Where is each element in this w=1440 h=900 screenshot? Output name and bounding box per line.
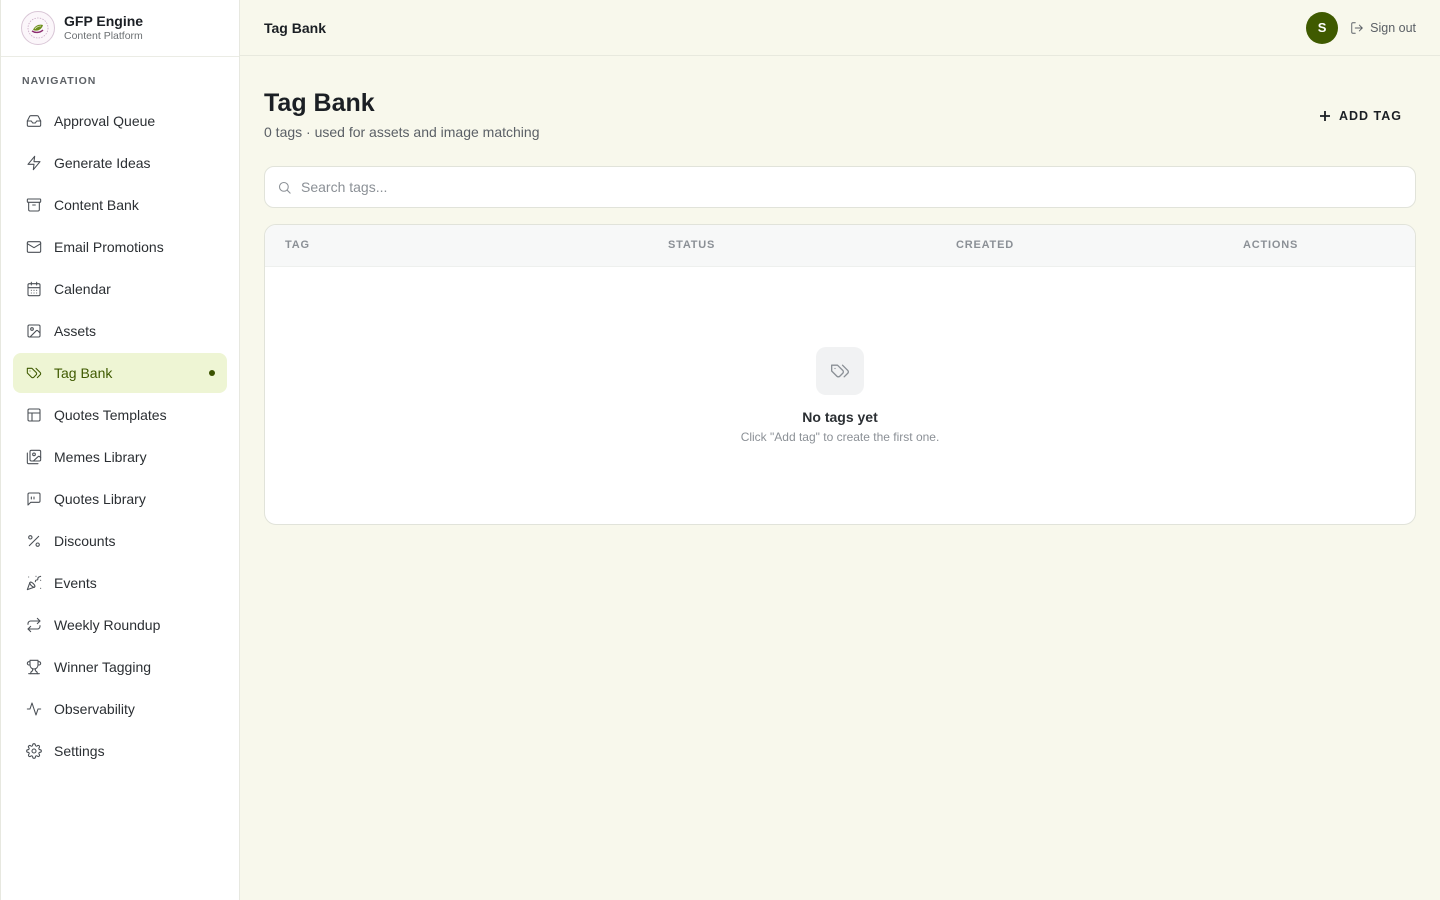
sidebar-item-settings[interactable]: Settings <box>13 731 227 771</box>
sidebar-item-label: Calendar <box>54 281 111 297</box>
column-header-created[interactable]: CREATED <box>956 239 1014 251</box>
sidebar-item-label: Memes Library <box>54 449 147 465</box>
sidebar-item-label: Events <box>54 575 97 591</box>
sidebar-item-label: Settings <box>54 743 105 759</box>
sidebar-item-approval-queue[interactable]: Approval Queue <box>13 101 227 141</box>
sidebar-nav: Approval Queue Generate Ideas Content Ba… <box>1 101 239 771</box>
tags-icon <box>816 347 864 395</box>
sign-out-button[interactable]: Sign out <box>1350 21 1416 35</box>
search-icon <box>278 181 291 194</box>
sidebar-item-label: Approval Queue <box>54 113 156 129</box>
calendar-icon <box>26 281 42 297</box>
nav-heading: NAVIGATION <box>22 75 97 87</box>
sidebar-item-label: Generate Ideas <box>54 155 151 171</box>
sidebar-item-label: Email Promotions <box>54 239 164 255</box>
sidebar-item-generate-ideas[interactable]: Generate Ideas <box>13 143 227 183</box>
message-quote-icon <box>26 491 42 507</box>
sidebar-item-calendar[interactable]: Calendar <box>13 269 227 309</box>
log-out-icon <box>1351 21 1363 34</box>
mail-icon <box>26 239 42 255</box>
sign-out-label: Sign out <box>1370 20 1416 35</box>
repeat-icon <box>26 617 42 633</box>
empty-state: No tags yet Click "Add tag" to create th… <box>265 267 1415 524</box>
column-header-status[interactable]: STATUS <box>668 239 715 251</box>
brand-title: GFP Engine <box>64 12 144 29</box>
add-tag-button[interactable]: ADD TAG <box>1319 104 1402 128</box>
image-icon <box>26 323 42 339</box>
inbox-icon <box>26 113 42 129</box>
sidebar-item-label: Discounts <box>54 533 116 549</box>
topbar: Tag Bank S Sign out <box>240 0 1440 56</box>
sidebar-item-label: Observability <box>54 701 135 717</box>
brand-subtitle: Content Platform <box>64 29 143 42</box>
page-subtitle: 0 tags · used for assets and image match… <box>264 124 540 140</box>
empty-state-message: Click "Add tag" to create the first one. <box>740 430 940 444</box>
sidebar-item-events[interactable]: Events <box>13 563 227 603</box>
sidebar-item-discounts[interactable]: Discounts <box>13 521 227 561</box>
sidebar-item-weekly-roundup[interactable]: Weekly Roundup <box>13 605 227 645</box>
page-header: Tag Bank 0 tags · used for assets and im… <box>264 56 1416 166</box>
trophy-icon <box>26 659 42 675</box>
page-title: Tag Bank <box>264 89 375 117</box>
table-header: TAG STATUS CREATED ACTIONS <box>265 225 1415 267</box>
sidebar-item-quotes-library[interactable]: Quotes Library <box>13 479 227 519</box>
archive-icon <box>26 197 42 213</box>
sidebar-item-label: Quotes Templates <box>54 407 167 423</box>
sidebar-item-memes-library[interactable]: Memes Library <box>13 437 227 477</box>
active-indicator-dot <box>209 370 215 376</box>
empty-state-title: No tags yet <box>802 409 878 425</box>
lightning-icon <box>26 155 42 171</box>
gear-icon <box>26 743 42 759</box>
party-popper-icon <box>26 575 42 591</box>
sidebar-item-label: Content Bank <box>54 197 139 213</box>
brand[interactable]: GFP Engine Content Platform <box>1 0 239 57</box>
column-header-actions: ACTIONS <box>1243 239 1299 251</box>
images-icon <box>26 449 42 465</box>
activity-icon <box>26 701 42 717</box>
sidebar-item-tag-bank[interactable]: Tag Bank <box>13 353 227 393</box>
avatar[interactable]: S <box>1306 11 1339 44</box>
search-bar <box>264 166 1416 208</box>
percent-icon <box>26 533 42 549</box>
sidebar-item-quotes-templates[interactable]: Quotes Templates <box>13 395 227 435</box>
sidebar-item-content-bank[interactable]: Content Bank <box>13 185 227 225</box>
plus-icon <box>1319 111 1330 121</box>
sidebar-item-winner-tagging[interactable]: Winner Tagging <box>13 647 227 687</box>
sidebar-item-email-promotions[interactable]: Email Promotions <box>13 227 227 267</box>
sidebar-item-label: Weekly Roundup <box>54 617 161 633</box>
sidebar-item-label: Quotes Library <box>54 491 146 507</box>
tags-icon <box>26 365 42 381</box>
sidebar-item-label: Tag Bank <box>54 365 113 381</box>
search-input[interactable] <box>301 179 1415 195</box>
sidebar-item-assets[interactable]: Assets <box>13 311 227 351</box>
topbar-title: Tag Bank <box>264 19 326 36</box>
tags-table: TAG STATUS CREATED ACTIONS No tags yet C… <box>264 224 1416 525</box>
main-content: Tag Bank 0 tags · used for assets and im… <box>264 56 1416 525</box>
layout-icon <box>26 407 42 423</box>
leaf-logo-icon <box>21 11 55 45</box>
sidebar-item-observability[interactable]: Observability <box>13 689 227 729</box>
sidebar-item-label: Assets <box>54 323 97 339</box>
column-header-tag[interactable]: TAG <box>285 239 310 251</box>
sidebar-item-label: Winner Tagging <box>54 659 152 675</box>
sidebar: GFP Engine Content Platform NAVIGATION A… <box>0 0 240 900</box>
add-tag-label: ADD TAG <box>1338 109 1402 123</box>
